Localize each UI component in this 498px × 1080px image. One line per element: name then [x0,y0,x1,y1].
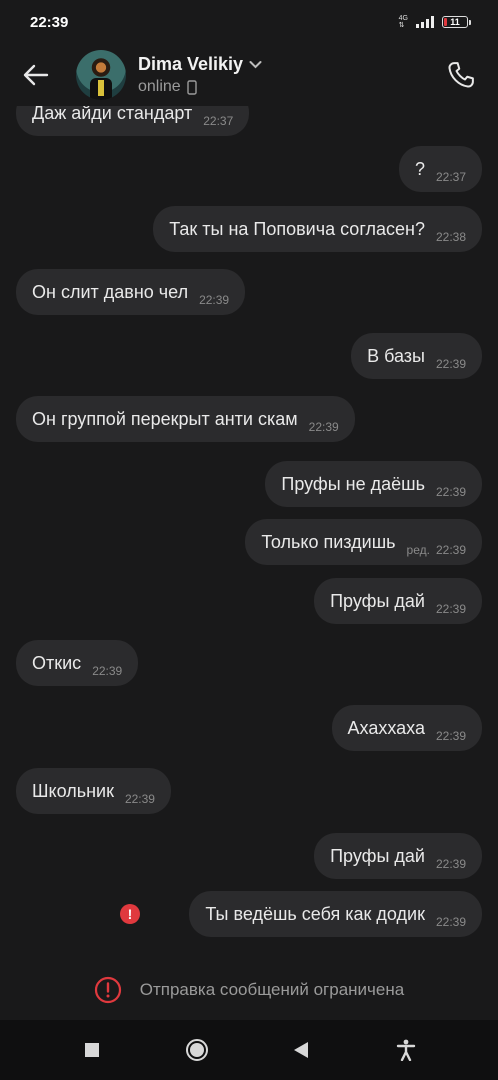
message-time: 22:38 [436,230,466,244]
message-time: 22:39 [436,485,466,499]
battery-icon: 11 [442,16,471,28]
message-text: Пруфы дай [330,590,425,611]
contact-info[interactable]: Dima Velikiy online [138,54,262,96]
message-time-value: 22:39 [124,792,155,806]
message-text: Так ты на Поповича согласен? [169,218,425,239]
chat-header: Dima Velikiy online [0,44,498,106]
nav-back-button[interactable] [271,1025,331,1075]
edited-label: ред. [406,543,430,557]
message-text: Он слит давно чел [32,281,189,302]
message-time-value: 22:39 [199,293,230,307]
message-time-value: 22:39 [435,543,466,557]
message-time: 22:39 [92,664,122,678]
message-time-value: 22:39 [92,664,123,678]
data-arrows-icon: ⇅ [398,22,405,29]
message-time: 22:39 [199,293,229,307]
message-time: 22:39 [125,792,155,806]
message-error-icon[interactable]: ! [120,904,140,924]
alert-circle-icon [94,976,121,1004]
back-button[interactable] [0,44,72,106]
message-list[interactable]: Даж айди стандарт 22:37? 22:37 Так ты на По… [0,106,498,956]
status-bar: 22:39 4G ⇅ 11 [0,0,498,44]
outgoing-message-bubble[interactable]: Ты ведёшь себя как додик 22:39 [189,891,482,937]
incoming-message-bubble[interactable]: Откис 22:39 [16,640,139,686]
phone-device-icon [187,79,197,95]
message-time: 22:37 [203,114,233,128]
outgoing-message-bubble[interactable]: Пруфы не даёшь 22:39 [265,461,482,507]
message-time-value: 22:37 [203,114,234,128]
incoming-message-bubble[interactable]: Он группой перекрыт анти скам 22:39 [16,396,355,442]
message-time-value: 22:39 [435,357,466,371]
chevron-down-icon [249,61,262,69]
signal-icon [416,16,434,28]
square-recents-icon [85,1043,100,1057]
message-text: В базы [367,345,425,366]
message-text: ? [414,158,425,179]
battery-level: 11 [450,17,460,27]
arrow-left-icon [23,64,49,86]
message-time: 22:39 [436,602,466,616]
outgoing-message-bubble[interactable]: В базы 22:39 [351,333,482,379]
message-time-value: 22:39 [435,915,466,929]
phone-call-icon [448,62,474,88]
message-time-value: 22:39 [308,420,339,434]
message-time-value: 22:38 [435,230,466,244]
accessibility-button[interactable] [376,1025,436,1075]
accessibility-icon [396,1039,415,1061]
message-text: Ахаххаха [347,717,425,738]
message-time: 22:39 [436,857,466,871]
presence-status: online [138,78,181,95]
message-text: Ты ведёшь себя как додик [205,903,425,924]
outgoing-message-bubble[interactable]: Так ты на Поповича согласен? 22:38 [153,206,482,252]
message-time-value: 22:37 [435,170,466,184]
incoming-message-bubble[interactable]: Даж айди стандарт 22:37 [16,106,250,136]
incoming-message-bubble[interactable]: Он слит давно чел 22:39 [16,269,246,315]
outgoing-message-bubble[interactable]: ? 22:37 [398,146,482,192]
status-time: 22:39 [30,13,69,31]
message-time: 22:39 [436,915,466,929]
home-button[interactable] [167,1025,227,1075]
message-time: 22:39 [436,357,466,371]
battery-fill [444,18,447,26]
message-time-value: 22:39 [435,485,466,499]
contact-name: Dima Velikiy [138,54,244,74]
message-text: Только пиздишь [261,531,396,552]
message-time: ред. 22:39 [407,543,466,557]
message-text: Откис [32,652,82,673]
message-text: Школьник [32,780,114,801]
network-indicator: 4G ⇅ [399,15,408,29]
outgoing-message-bubble[interactable]: Только пиздишь ред. 22:39 [245,519,482,565]
call-button[interactable] [442,56,480,94]
recents-button[interactable] [62,1025,122,1075]
system-nav-bar [0,1020,498,1080]
outgoing-message-bubble[interactable]: Пруфы дай 22:39 [314,578,482,624]
incoming-message-bubble[interactable]: Школьник 22:39 [16,768,171,814]
message-time-value: 22:39 [435,729,466,743]
status-icons: 4G ⇅ 11 [399,15,471,29]
avatar[interactable] [76,50,126,100]
message-time-value: 22:39 [435,602,466,616]
network-type: 4G [398,15,408,22]
message-time: 22:39 [436,729,466,743]
outgoing-message-bubble[interactable]: Ахаххаха 22:39 [331,705,482,751]
restricted-notice: Отправка сообщений ограничена [0,960,498,1020]
message-text: Пруфы дай [330,845,425,866]
outgoing-message-bubble[interactable]: Пруфы дай 22:39 [314,833,482,879]
message-time: 22:39 [309,420,339,434]
message-time: 22:37 [436,170,466,184]
restricted-text: Отправка сообщений ограничена [139,980,405,999]
message-time-value: 22:39 [435,857,466,871]
message-text: Пруфы не даёшь [281,473,425,494]
message-text: Даж айди стандарт [32,106,193,123]
message-text: Он группой перекрыт анти скам [32,408,298,429]
triangle-back-icon [294,1042,309,1058]
circle-home-icon [185,1039,208,1061]
